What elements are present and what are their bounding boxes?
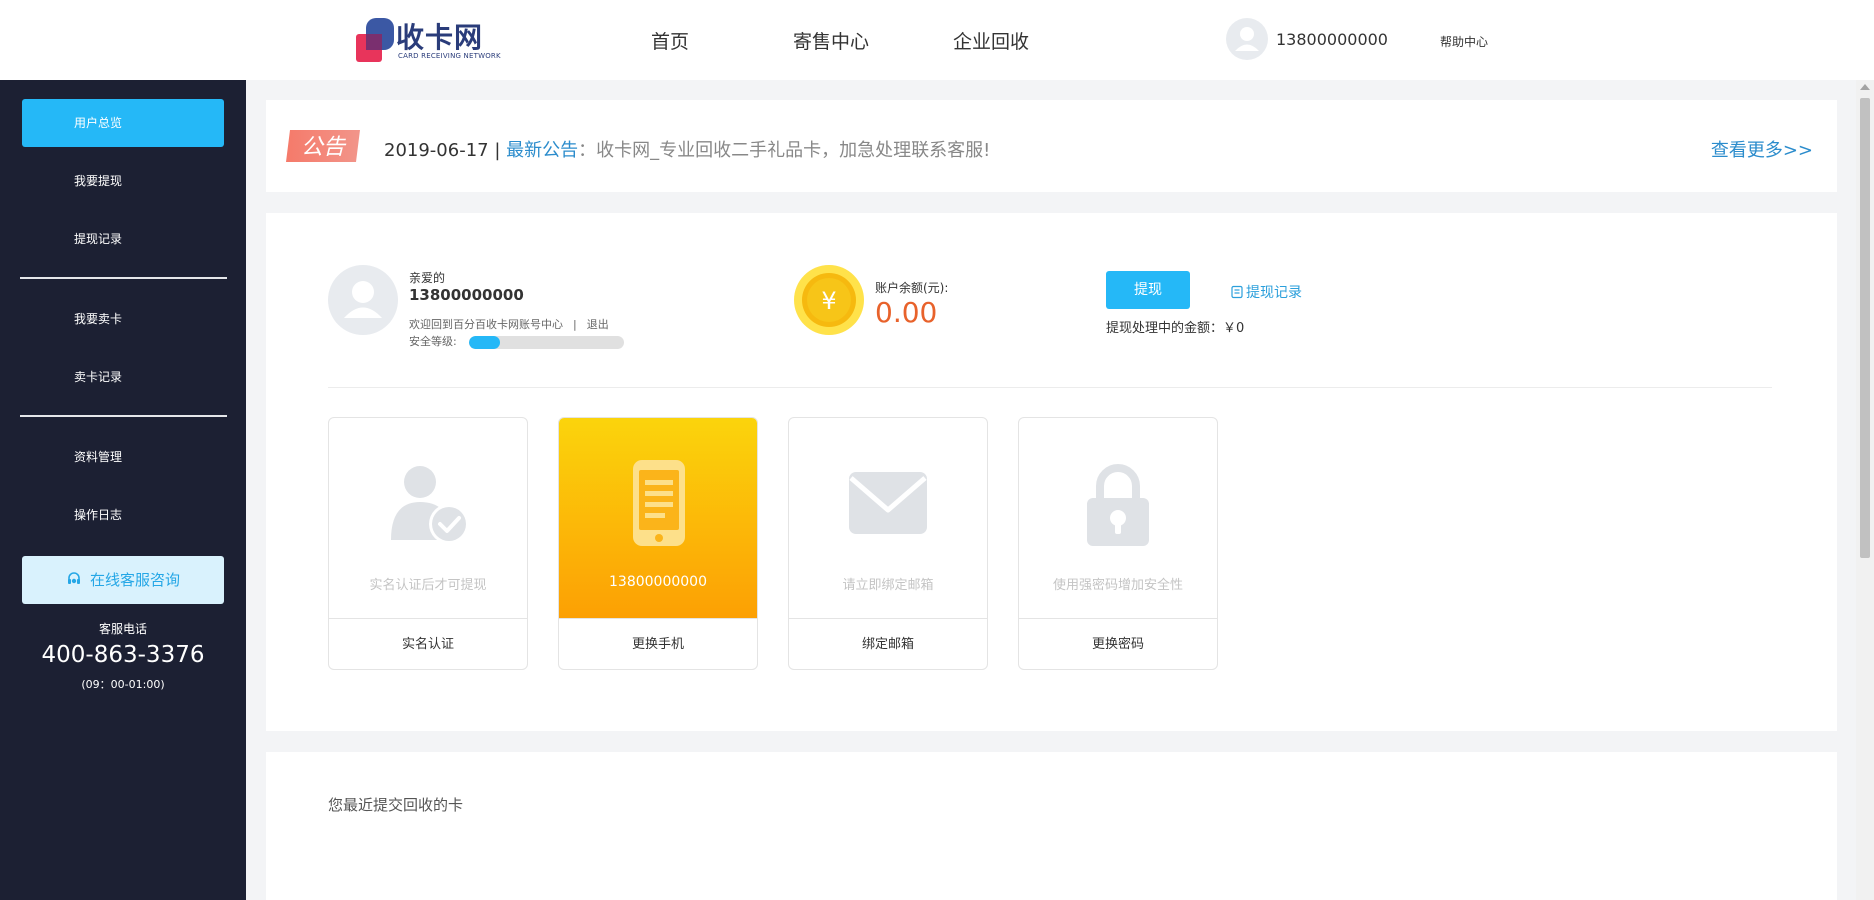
- card-label[interactable]: 绑定邮箱: [789, 618, 987, 669]
- security-level-fill: [469, 336, 500, 349]
- card-top: 请立即绑定邮箱: [789, 418, 987, 618]
- notice-text: 2019-06-17 | 最新公告：收卡网_专业回收二手礼品卡，加急处理联系客服…: [384, 136, 990, 162]
- page-scrollbar[interactable]: [1856, 80, 1874, 900]
- card-top: 使用强密码增加安全性: [1019, 418, 1217, 618]
- card-desc: 请立即绑定邮箱: [842, 578, 934, 593]
- card-desc: 使用强密码增加安全性: [1052, 578, 1183, 593]
- online-service-button[interactable]: 在线客服咨询: [22, 556, 224, 604]
- user-verified-icon: [391, 466, 469, 544]
- sidebar-item-sell-records[interactable]: 卖卡记录: [22, 353, 224, 401]
- scroll-up-arrow-icon[interactable]: [1860, 84, 1870, 90]
- dear-label: 亲爱的: [409, 271, 446, 285]
- profile-avatar: [328, 265, 398, 335]
- nav-consign-center[interactable]: 寄售中心: [793, 27, 869, 54]
- card-label[interactable]: 更换密码: [1019, 618, 1217, 669]
- withdraw-button[interactable]: 提现: [1106, 271, 1190, 309]
- sidebar-item-withdraw-records[interactable]: 提现记录: [22, 215, 224, 263]
- nav-home[interactable]: 首页: [651, 27, 689, 54]
- card-change-password[interactable]: 使用强密码增加安全性 更换密码: [1018, 417, 1218, 670]
- withdraw-records-link[interactable]: 提现记录: [1230, 282, 1302, 302]
- document-icon: [1231, 285, 1243, 299]
- sidebar-divider: [20, 415, 227, 417]
- welcome-text: 欢迎回到百分百收卡网账号中心 | 退出: [409, 316, 609, 332]
- logout-link[interactable]: 退出: [587, 318, 609, 331]
- security-level-label: 安全等级:: [409, 335, 457, 348]
- service-tel: 400-863-3376: [41, 642, 205, 668]
- sidebar-item-profile-manage[interactable]: 资料管理: [22, 433, 224, 481]
- security-level-bar: [469, 336, 624, 349]
- user-phone[interactable]: 13800000000: [1276, 30, 1388, 49]
- coin-icon: ¥: [794, 265, 864, 335]
- site-logo[interactable]: 收卡网 CARD RECEIVING NETWORK: [356, 18, 501, 64]
- service-tel-label: 客服电话: [98, 622, 147, 636]
- help-center-link[interactable]: 帮助中心: [1440, 33, 1488, 50]
- online-service-label: 在线客服咨询: [89, 571, 180, 589]
- notice-badge-text: 公告: [301, 135, 347, 160]
- welcome-message: 欢迎回到百分百收卡网账号中心: [409, 318, 563, 331]
- top-header: 收卡网 CARD RECEIVING NETWORK 首页 寄售中心 企业回收 …: [0, 0, 1874, 80]
- sidebar-item-sell-card[interactable]: 我要卖卡: [22, 295, 224, 343]
- nav-enterprise-recycle[interactable]: 企业回收: [953, 27, 1029, 54]
- avatar-user-icon: [344, 281, 382, 318]
- recent-cards-title: 您最近提交回收的卡: [328, 796, 464, 814]
- card-desc: 实名认证后才可提现: [369, 578, 487, 593]
- service-hours: (09：00-01:00): [81, 678, 165, 691]
- notice-panel: 公告 2019-06-17 | 最新公告：收卡网_专业回收二手礼品卡，加急处理联…: [266, 100, 1837, 192]
- sidebar-item-overview[interactable]: 用户总览: [22, 99, 224, 147]
- balance-value: 0.00: [875, 296, 938, 329]
- lock-icon: [1087, 464, 1149, 546]
- sidebar: 用户总览 我要提现 提现记录 我要卖卡 卖卡记录 资料管理 操作日志 在线客服咨…: [0, 80, 246, 900]
- sidebar-divider: [20, 277, 227, 279]
- notice-date: 2019-06-17 |: [384, 140, 501, 161]
- card-bind-email[interactable]: 请立即绑定邮箱 绑定邮箱: [788, 417, 988, 670]
- card-top: 13800000000: [559, 418, 757, 618]
- sidebar-item-operation-log[interactable]: 操作日志: [22, 491, 224, 539]
- scroll-thumb[interactable]: [1860, 98, 1870, 558]
- account-overview-panel: 亲爱的 13800000000 欢迎回到百分百收卡网账号中心 | 退出 安全等级: …: [266, 213, 1837, 731]
- card-top: 实名认证后才可提现: [329, 418, 527, 618]
- section-divider: [328, 387, 1772, 388]
- notice-content: 收卡网_专业回收二手礼品卡，加急处理联系客服!: [596, 140, 991, 161]
- mail-icon: [849, 472, 927, 534]
- notice-more-link[interactable]: 查看更多>>: [1711, 136, 1813, 162]
- profile-phone: 13800000000: [409, 286, 524, 304]
- card-real-name-auth[interactable]: 实名认证后才可提现 实名认证: [328, 417, 528, 670]
- logo-subtext: CARD RECEIVING NETWORK: [398, 52, 501, 60]
- balance-label: 账户余额(元):: [875, 281, 949, 295]
- withdraw-records-label: 提现记录: [1246, 285, 1302, 301]
- user-avatar[interactable]: [1226, 18, 1268, 60]
- sidebar-item-withdraw[interactable]: 我要提现: [22, 157, 224, 205]
- user-avatar-icon: [1235, 27, 1259, 51]
- pending-amount: 提现处理中的金额：￥0: [1106, 317, 1244, 336]
- logo-mark-icon: [356, 18, 394, 62]
- headset-icon: [67, 571, 80, 584]
- card-label[interactable]: 实名认证: [329, 618, 527, 669]
- recent-cards-panel: 您最近提交回收的卡: [266, 752, 1837, 900]
- notice-badge: 公告: [286, 130, 360, 162]
- pending-value: ￥0: [1223, 321, 1245, 336]
- welcome-separator: |: [573, 318, 577, 331]
- notice-colon: ：: [578, 140, 597, 161]
- phone-icon: [633, 460, 685, 546]
- logo-text: 收卡网: [396, 21, 484, 54]
- pending-label: 提现处理中的金额：: [1106, 321, 1224, 336]
- card-change-phone[interactable]: 13800000000 更换手机: [558, 417, 758, 670]
- card-label[interactable]: 更换手机: [559, 618, 757, 669]
- notice-tag[interactable]: 最新公告: [506, 140, 578, 161]
- coin-symbol: ¥: [821, 287, 836, 315]
- card-desc: 13800000000: [609, 574, 707, 590]
